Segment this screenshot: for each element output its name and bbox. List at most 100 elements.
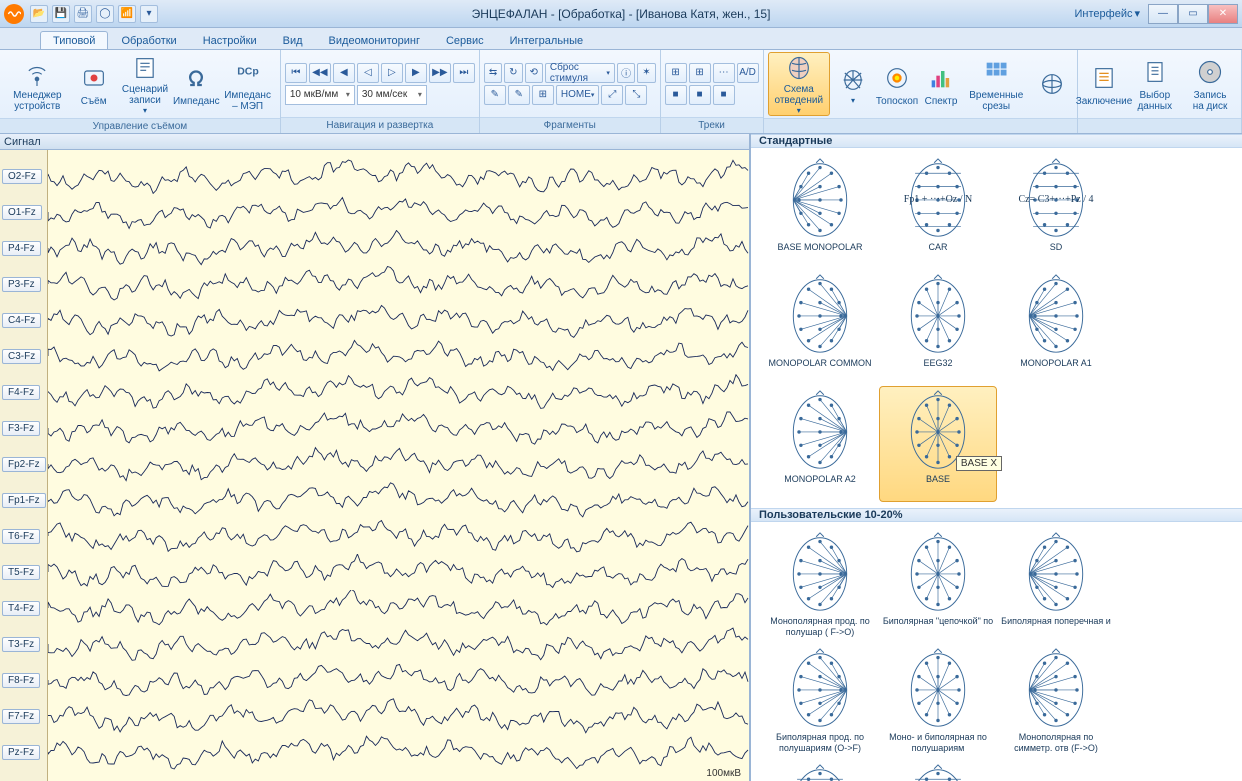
tab-Настройки[interactable]: Настройки <box>190 31 270 49</box>
tab-Обработки[interactable]: Обработки <box>108 31 189 49</box>
montage-Биполярная "цепочкой" по[interactable]: Биполярная "цепочкой" по <box>879 528 997 644</box>
channel-label[interactable]: T4-Fz <box>0 590 47 626</box>
track-btn[interactable]: ■ <box>665 85 687 105</box>
waveform-canvas[interactable]: 100мкВ <box>48 150 749 781</box>
montage-MONOPOLAR A2[interactable]: MONOPOLAR A2 <box>761 386 879 502</box>
topo-icon <box>881 62 913 94</box>
sweep-combo[interactable]: 30 мм/сек <box>357 85 427 105</box>
channel-label[interactable]: O2-Fz <box>0 158 47 194</box>
maximize-button[interactable]: ▭ <box>1178 4 1208 24</box>
device-icon <box>78 62 110 94</box>
channel-label[interactable]: T5-Fz <box>0 554 47 590</box>
ribbon-Импеданс – МЭП[interactable]: DCpИмпеданс – МЭП <box>219 52 276 116</box>
frag-btn[interactable]: ✶ <box>637 63 655 83</box>
ribbon-Сценарий записи[interactable]: Сценарий записи <box>117 52 174 116</box>
frag-btn[interactable]: ⤢ <box>601 85 623 105</box>
nav-btn[interactable]: ▶ <box>405 63 427 83</box>
nav-btn[interactable]: ▶▶ <box>429 63 451 83</box>
frag-btn[interactable]: Сброс стимуля <box>545 63 615 83</box>
montage-BASE[interactable]: BASEBASE X <box>879 386 997 502</box>
channel-label[interactable]: F3-Fz <box>0 410 47 446</box>
ribbon-Топоскоп[interactable]: Топоскоп <box>876 52 918 116</box>
channel-label[interactable]: Pz-Fz <box>0 734 47 770</box>
montage-MONOPOLAR A1[interactable]: MONOPOLAR A1 <box>997 270 1115 386</box>
montage-Биполярная прод. по полушариям (O->F)[interactable]: Биполярная прод. по полушариям (O->F) <box>761 644 879 760</box>
nav-btn[interactable]: ◀◀ <box>309 63 331 83</box>
channel-label[interactable]: P3-Fz <box>0 266 47 302</box>
ribbon-Выбор данных[interactable]: Выбор данных <box>1129 52 1182 116</box>
ribbon-Спектр[interactable]: Спектр <box>920 52 962 116</box>
channel-label[interactable]: C3-Fz <box>0 338 47 374</box>
track-btn[interactable]: ⋯ <box>713 63 735 83</box>
qat-save-icon[interactable]: 💾 <box>52 5 70 23</box>
montage-Биполярная поперечная и[interactable]: Биполярная поперечная и <box>997 528 1115 644</box>
track-btn[interactable]: ⊞ <box>665 63 687 83</box>
track-btn[interactable]: ⊞ <box>689 63 711 83</box>
montage-CAR[interactable]: Fp1 + ···+Oz / NCAR <box>879 154 997 270</box>
frag-btn[interactable]: ⇆ <box>484 63 502 83</box>
script-icon <box>129 54 161 82</box>
tab-Сервис[interactable]: Сервис <box>433 31 497 49</box>
frag-btn[interactable]: ⊞ <box>532 85 554 105</box>
nav-btn[interactable]: ◀ <box>333 63 355 83</box>
qat-db-icon[interactable]: ◯ <box>96 5 114 23</box>
waveform-row <box>48 338 749 374</box>
frag-btn[interactable]: ✎ <box>508 85 530 105</box>
frag-btn[interactable]: ⓘ <box>617 63 635 83</box>
montage-SD[interactable]: Cz= C3+···+Pz / 4SD <box>997 154 1115 270</box>
channel-label[interactable]: F7-Fz <box>0 698 47 734</box>
montage-EEG32[interactable]: EEG32 <box>879 270 997 386</box>
channel-label[interactable]: Fp2-Fz <box>0 446 47 482</box>
channel-label[interactable]: P4-Fz <box>0 230 47 266</box>
channel-label[interactable]: F8-Fz <box>0 662 47 698</box>
montage-MONOPOLAR COMMON[interactable]: MONOPOLAR COMMON <box>761 270 879 386</box>
montage-Биполярная поперечная с[interactable]: Биполярная поперечная с <box>879 760 997 781</box>
channel-label[interactable]: Fp1-Fz <box>0 482 47 518</box>
qat-wifi-icon[interactable]: 📶 <box>118 5 136 23</box>
ribbon-Менеджер устройств[interactable]: Менеджер устройств <box>4 52 71 116</box>
ribbon-head-rays[interactable] <box>832 52 874 116</box>
channel-label[interactable]: O1-Fz <box>0 194 47 230</box>
track-btn[interactable]: ■ <box>713 85 735 105</box>
ribbon-Съём[interactable]: Съём <box>73 52 115 116</box>
track-btn[interactable]: A/D <box>737 63 759 83</box>
nav-btn[interactable]: ⏮ <box>285 63 307 83</box>
ribbon-Схема отведений[interactable]: Схема отведений <box>768 52 830 116</box>
dcp-icon: DCp <box>232 56 264 88</box>
frag-btn[interactable]: ⟲ <box>525 63 543 83</box>
frag-btn[interactable]: ⤡ <box>625 85 647 105</box>
frag-btn[interactable]: ↻ <box>504 63 522 83</box>
tab-Вид[interactable]: Вид <box>270 31 316 49</box>
frag-btn[interactable]: HOME <box>556 85 600 105</box>
minimize-button[interactable]: — <box>1148 4 1178 24</box>
montage-Монополярная прод. по полушар ( F->O)[interactable]: Монополярная прод. по полушар ( F->O) <box>761 528 879 644</box>
channel-label[interactable]: T3-Fz <box>0 626 47 662</box>
tab-Интегральные[interactable]: Интегральные <box>497 31 597 49</box>
ribbon-globe[interactable] <box>1031 52 1073 116</box>
nav-btn[interactable]: ⏭ <box>453 63 475 83</box>
montage-BASE MONOPOLAR[interactable]: BASE MONOPOLAR <box>761 154 879 270</box>
close-button[interactable]: ✕ <box>1208 4 1238 24</box>
nav-btn[interactable]: ◁ <box>357 63 379 83</box>
channel-label[interactable]: F4-Fz <box>0 374 47 410</box>
frag-btn[interactable]: ✎ <box>484 85 506 105</box>
track-btn[interactable]: ■ <box>689 85 711 105</box>
ribbon-Запись на диск[interactable]: Запись на диск <box>1183 52 1237 116</box>
ribbon-Заключение[interactable]: Заключение <box>1082 52 1127 116</box>
interface-menu[interactable]: Интерфейс▾ <box>1075 7 1140 20</box>
montage-Смешанная по полушариям (от F к[interactable]: Смешанная по полушариям (от F к <box>761 760 879 781</box>
tab-Типовой[interactable]: Типовой <box>40 31 108 49</box>
channel-label[interactable]: C4-Fz <box>0 302 47 338</box>
qat-dd-icon[interactable]: ▾ <box>140 5 158 23</box>
qat-open-icon[interactable]: 📂 <box>30 5 48 23</box>
qat-print-icon[interactable]: 🖨 <box>74 5 92 23</box>
montage-Моно- и биполярная по полушариям[interactable]: Моно- и биполярная по полушариям <box>879 644 997 760</box>
channel-label[interactable]: T6-Fz <box>0 518 47 554</box>
nav-btn[interactable]: ▷ <box>381 63 403 83</box>
ribbon-Импеданс[interactable]: Импеданс <box>175 52 217 116</box>
waveform-row <box>48 410 749 446</box>
tab-Видеомониторинг[interactable]: Видеомониторинг <box>316 31 433 49</box>
sweep-combo[interactable]: 10 мкВ/мм <box>285 85 355 105</box>
ribbon-Временные срезы[interactable]: Временные срезы <box>964 52 1028 116</box>
montage-Монополярная по симметр. отв (F->O)[interactable]: Монополярная по симметр. отв (F->O) <box>997 644 1115 760</box>
